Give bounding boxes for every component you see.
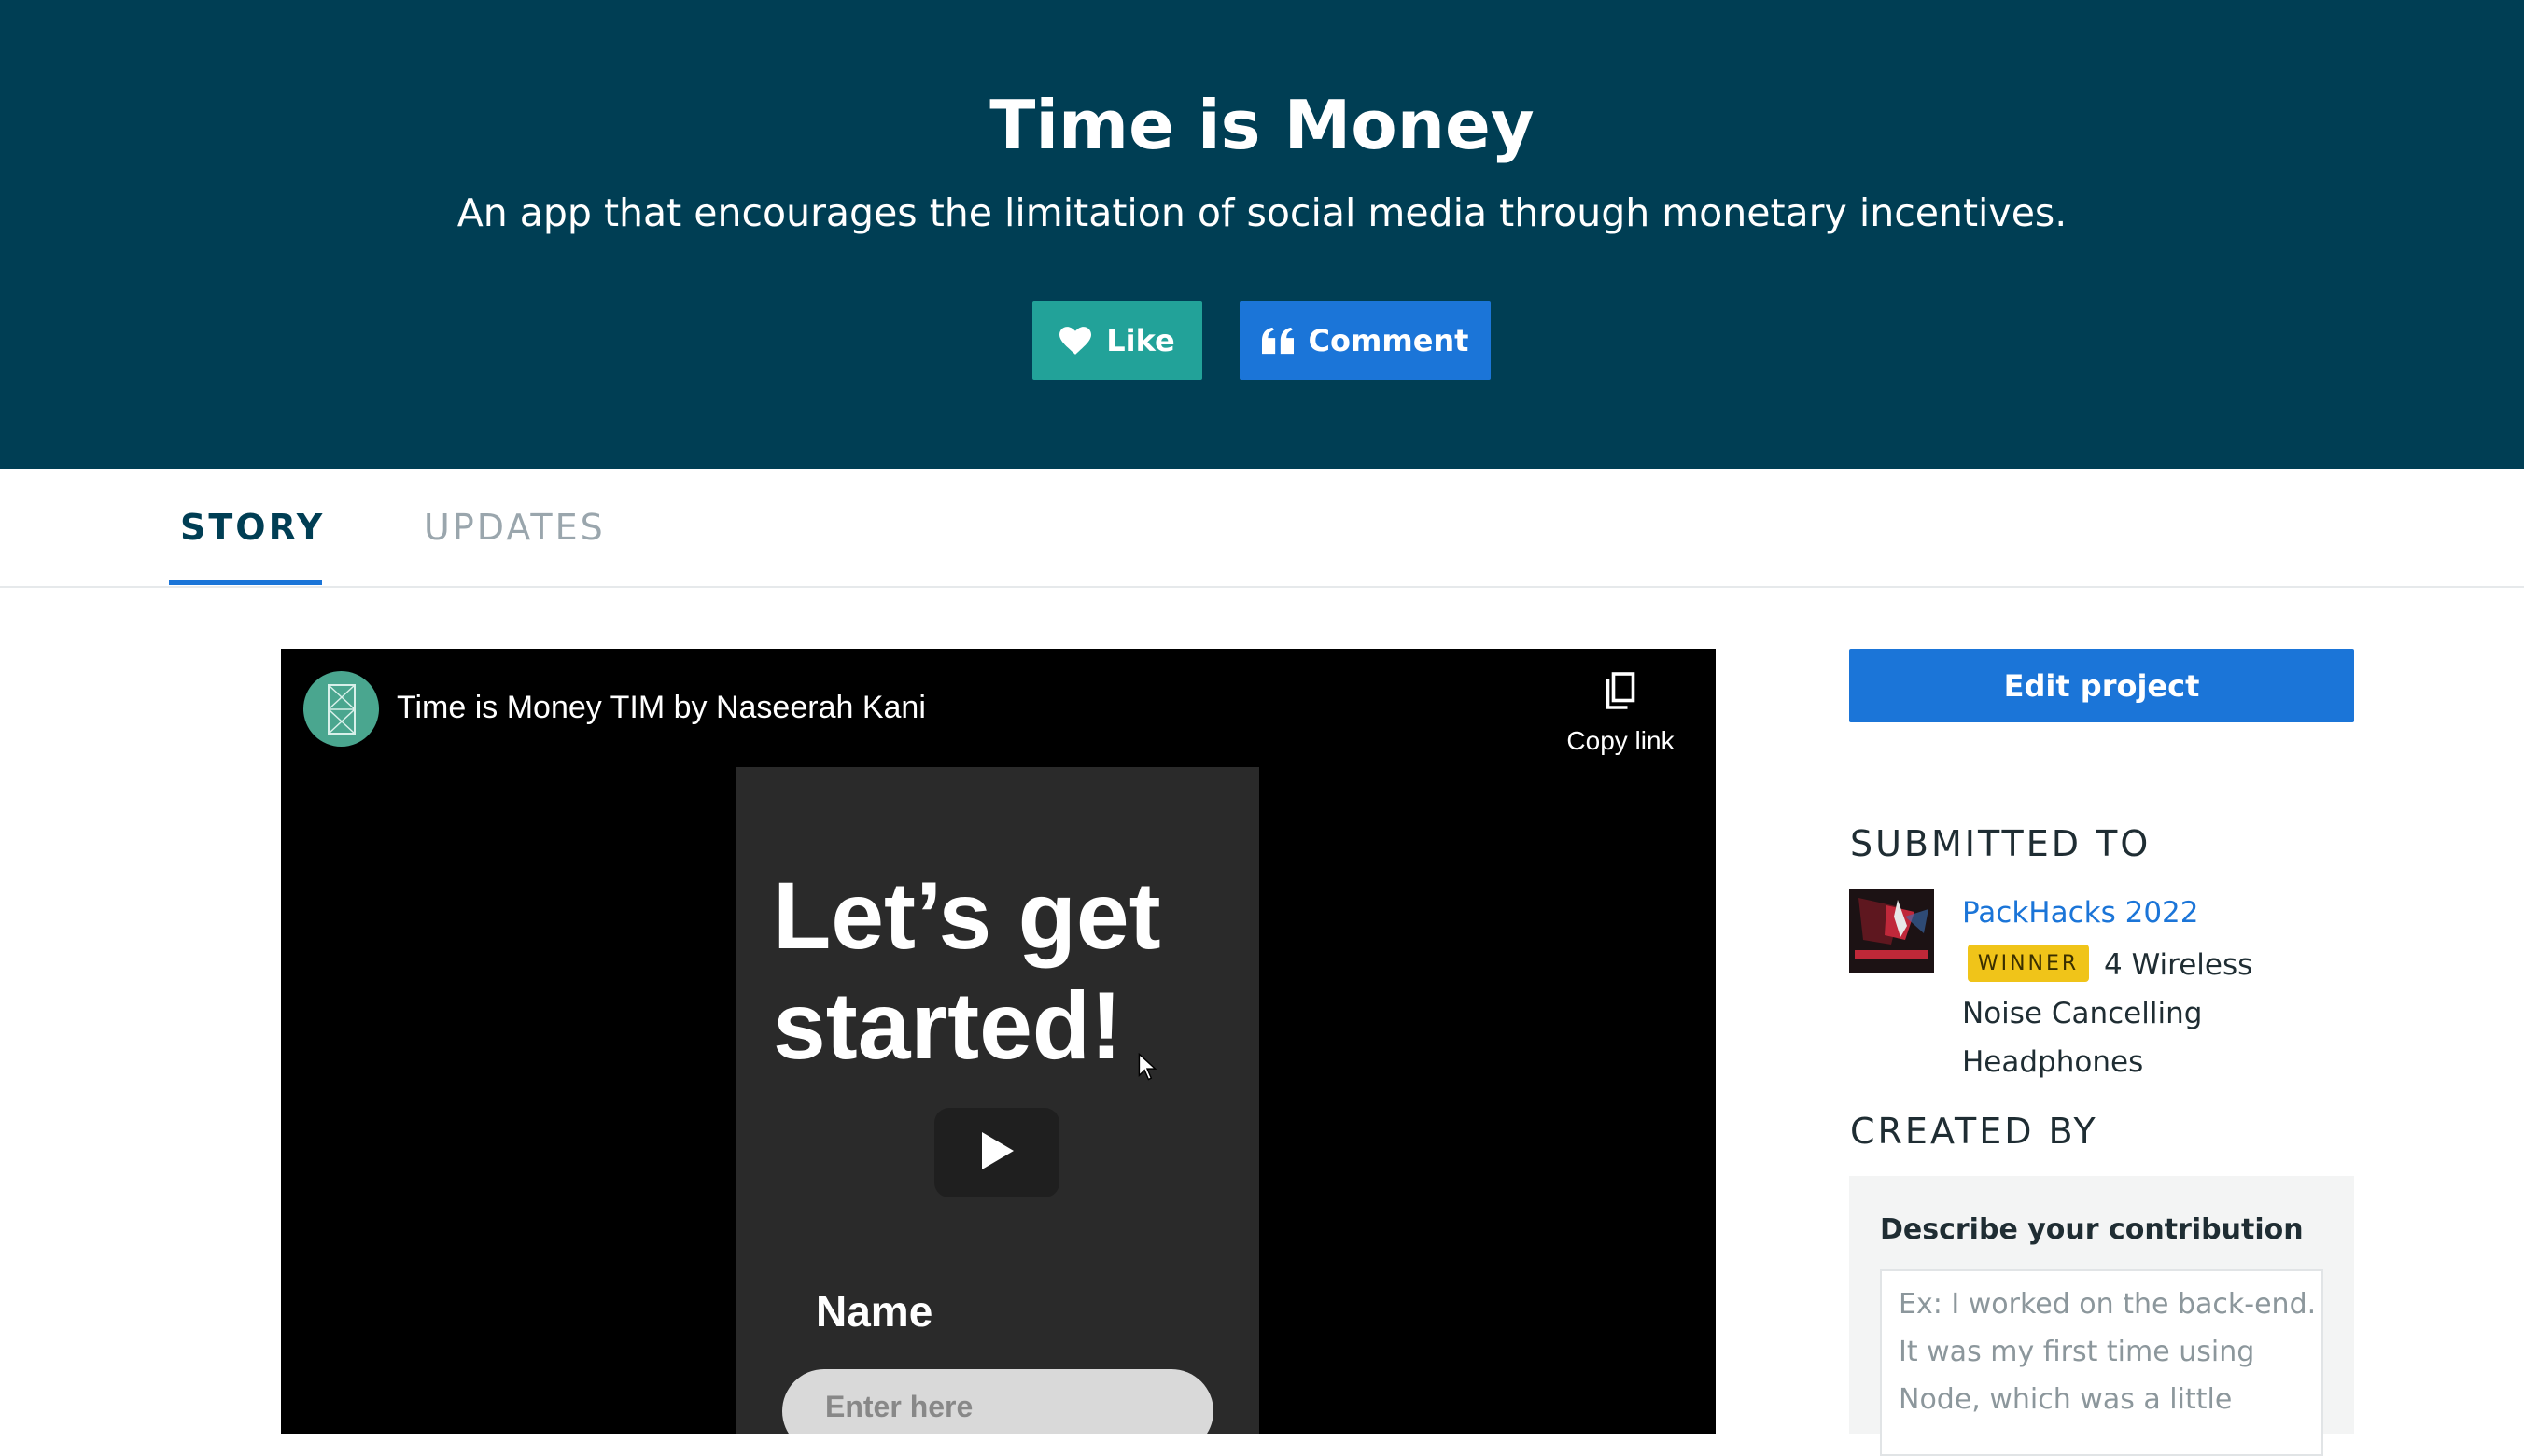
copy-link-label: Copy link xyxy=(1566,726,1675,755)
channel-avatar-icon[interactable] xyxy=(303,671,379,747)
comment-button[interactable]: Comment xyxy=(1240,301,1491,380)
active-tab-indicator xyxy=(169,580,322,585)
play-icon xyxy=(978,1130,1016,1176)
like-label: Like xyxy=(1106,323,1175,358)
video-player[interactable]: Time is Money TIM by Naseerah Kani Copy … xyxy=(281,649,1716,1434)
prize-name: 4 Wireless Noise Cancelling Headphones xyxy=(1962,948,2253,1079)
preview-field: Enter here xyxy=(782,1369,1213,1434)
preview-heading: Let’s get started! xyxy=(773,861,1161,1081)
video-title[interactable]: Time is Money TIM by Naseerah Kani xyxy=(397,690,926,726)
quote-icon xyxy=(1261,327,1294,355)
edit-project-button[interactable]: Edit project xyxy=(1849,649,2354,722)
contribution-panel: Describe your contribution Ex: I worked … xyxy=(1849,1176,2354,1456)
preview-field-label: Name xyxy=(816,1287,933,1336)
video-thumbnail: Let’s get started! Name Enter here xyxy=(736,767,1259,1434)
project-tagline: An app that encourages the limitation of… xyxy=(456,190,2068,235)
preview-heading-text: Let’s get started! xyxy=(773,862,1161,1079)
contribution-input[interactable]: Ex: I worked on the back-end. It was my … xyxy=(1880,1269,2323,1456)
hackathon-logo[interactable] xyxy=(1849,889,1934,973)
created-by-heading: CREATED BY xyxy=(1850,1111,2098,1152)
comment-label: Comment xyxy=(1308,323,1469,358)
tab-updates[interactable]: UPDATES xyxy=(424,507,606,548)
play-button[interactable] xyxy=(934,1108,1059,1197)
hackathon-link[interactable]: PackHacks 2022 xyxy=(1962,896,2199,930)
project-tabs: STORY UPDATES xyxy=(0,469,2524,588)
like-button[interactable]: Like xyxy=(1032,301,1202,380)
tab-story[interactable]: STORY xyxy=(180,507,325,548)
project-title: Time is Money xyxy=(989,86,1535,164)
heart-icon xyxy=(1059,327,1092,355)
contribution-label: Describe your contribution xyxy=(1880,1213,2304,1246)
copy-icon xyxy=(1550,671,1690,717)
mouse-cursor-icon xyxy=(1138,1052,1157,1085)
copy-link-button[interactable]: Copy link xyxy=(1550,671,1690,756)
submitted-to-heading: SUBMITTED TO xyxy=(1850,823,2152,864)
project-header: Time is Money An app that encourages the… xyxy=(0,0,2524,469)
